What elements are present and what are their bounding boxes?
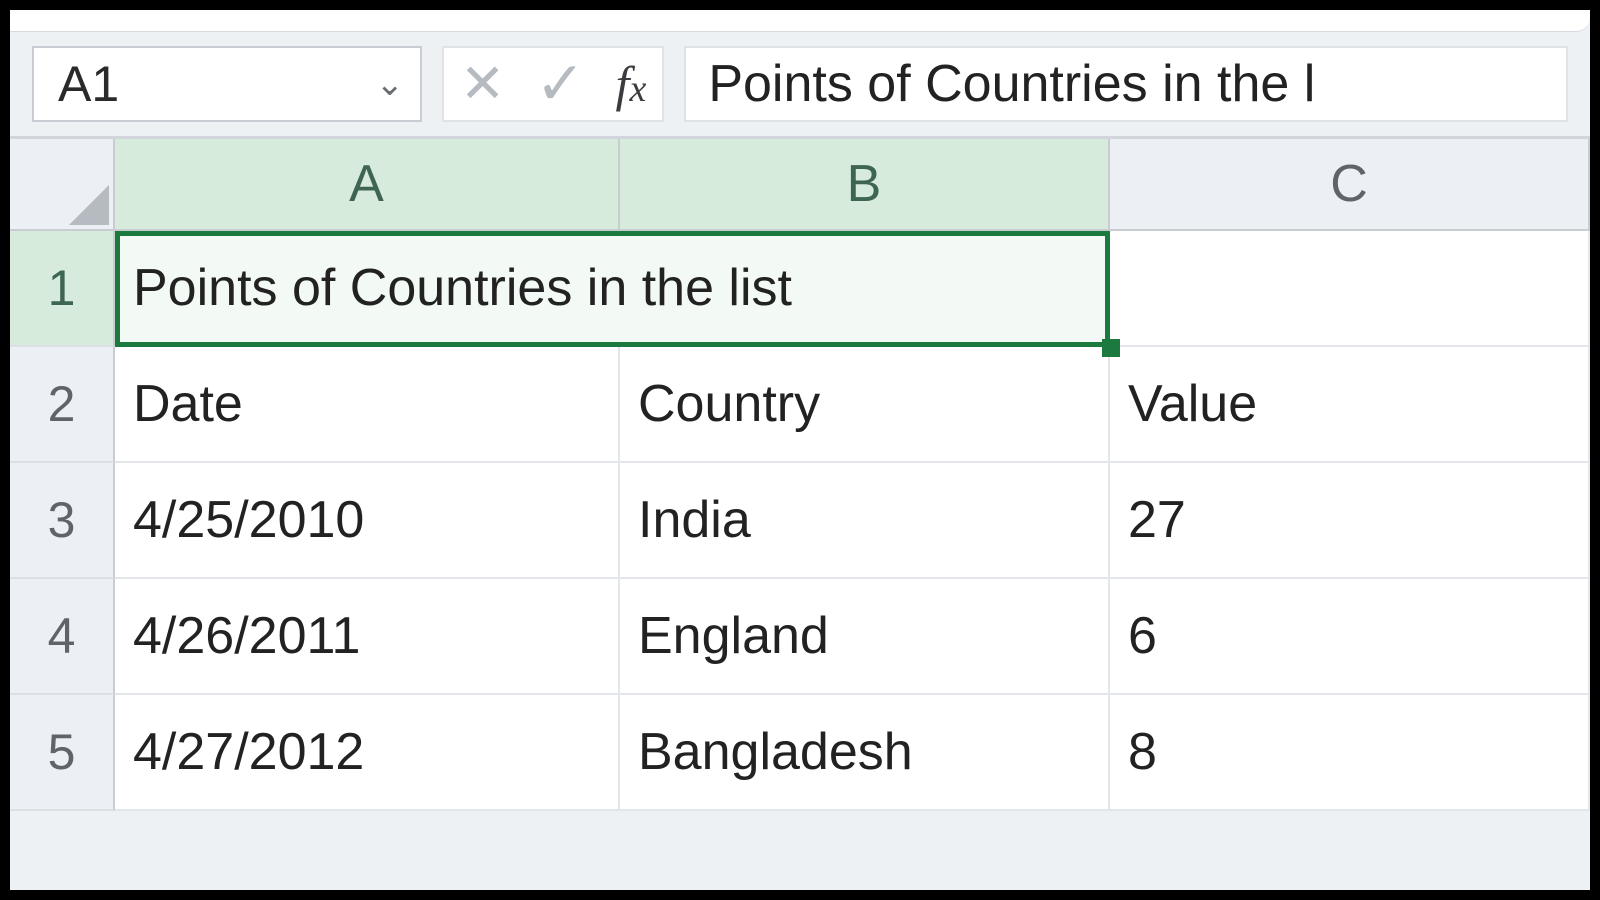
row-header-2[interactable]: 2 xyxy=(10,347,115,463)
column-header-row: A B C xyxy=(10,139,1590,231)
app-frame: A1 ⌄ ✕ ✓ fx Points of Countries in the l… xyxy=(0,0,1600,900)
cell-A1[interactable]: Points of Countries in the list xyxy=(115,231,1110,347)
cell-C5[interactable]: 8 xyxy=(1110,695,1590,811)
name-box[interactable]: A1 ⌄ xyxy=(32,46,422,122)
formula-content: Points of Countries in the l xyxy=(708,54,1315,114)
cell-C1[interactable] xyxy=(1110,231,1590,347)
spreadsheet-grid[interactable]: A B C 1 Points of Countries in the list … xyxy=(10,139,1590,890)
formula-bar-row: A1 ⌄ ✕ ✓ fx Points of Countries in the l xyxy=(10,32,1590,139)
cell-B2[interactable]: Country xyxy=(620,347,1110,463)
cell-B5[interactable]: Bangladesh xyxy=(620,695,1110,811)
tab-edge xyxy=(10,10,1590,32)
formula-input[interactable]: Points of Countries in the l xyxy=(684,46,1568,122)
table-row: 1 Points of Countries in the list xyxy=(10,231,1590,347)
cell-A2[interactable]: Date xyxy=(115,347,620,463)
row-header-4[interactable]: 4 xyxy=(10,579,115,695)
cell-C2[interactable]: Value xyxy=(1110,347,1590,463)
select-all-corner[interactable] xyxy=(10,139,115,229)
cell-A5[interactable]: 4/27/2012 xyxy=(115,695,620,811)
row-header-5[interactable]: 5 xyxy=(10,695,115,811)
formula-controls: ✕ ✓ fx xyxy=(442,46,664,122)
table-row: 4 4/26/2011 England 6 xyxy=(10,579,1590,695)
table-row: 5 4/27/2012 Bangladesh 8 xyxy=(10,695,1590,811)
cancel-icon[interactable]: ✕ xyxy=(460,57,505,111)
confirm-icon[interactable]: ✓ xyxy=(535,54,585,114)
chevron-down-icon[interactable]: ⌄ xyxy=(376,64,405,104)
fx-icon[interactable]: fx xyxy=(616,55,647,113)
column-header-C[interactable]: C xyxy=(1110,139,1590,229)
cell-C4[interactable]: 6 xyxy=(1110,579,1590,695)
row-header-3[interactable]: 3 xyxy=(10,463,115,579)
cell-A4[interactable]: 4/26/2011 xyxy=(115,579,620,695)
cell-B3[interactable]: India xyxy=(620,463,1110,579)
cell-C3[interactable]: 27 xyxy=(1110,463,1590,579)
selection-handle[interactable] xyxy=(1102,339,1120,357)
name-box-value: A1 xyxy=(58,55,119,113)
cell-B4[interactable]: England xyxy=(620,579,1110,695)
column-header-A[interactable]: A xyxy=(115,139,620,229)
grid-body: 1 Points of Countries in the list 2 Date… xyxy=(10,231,1590,811)
table-row: 3 4/25/2010 India 27 xyxy=(10,463,1590,579)
row-header-1[interactable]: 1 xyxy=(10,231,115,347)
cell-A3[interactable]: 4/25/2010 xyxy=(115,463,620,579)
column-header-B[interactable]: B xyxy=(620,139,1110,229)
table-row: 2 Date Country Value xyxy=(10,347,1590,463)
